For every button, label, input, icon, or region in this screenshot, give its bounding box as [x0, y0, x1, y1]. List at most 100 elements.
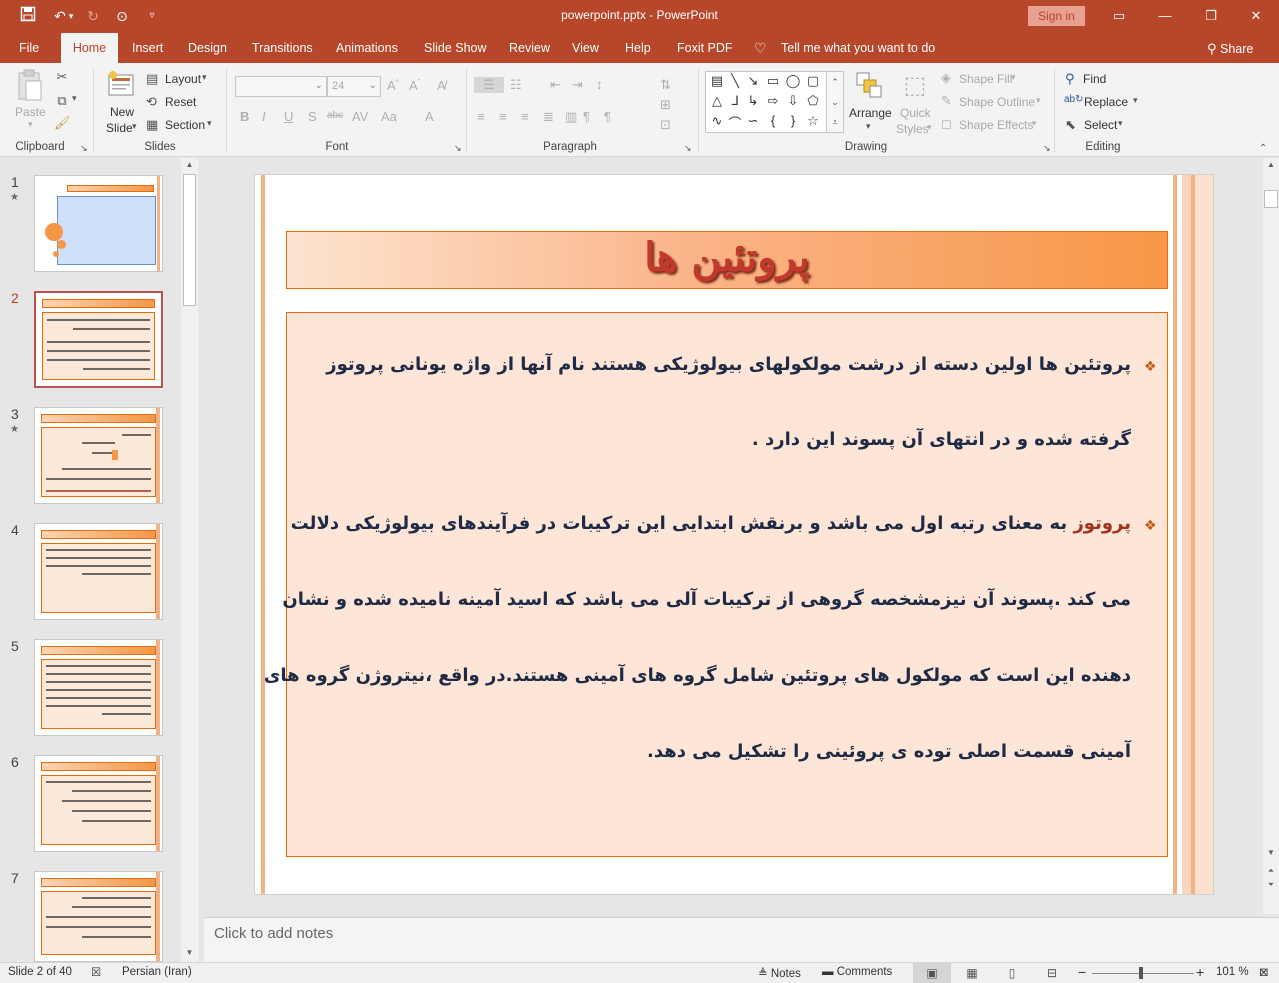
curve-shape-icon[interactable]: ∽ [744, 113, 762, 129]
slide-thumbnail-7[interactable] [34, 871, 163, 962]
tab-review[interactable]: Review [509, 33, 550, 63]
spelling-icon[interactable]: ☒ [91, 965, 101, 979]
arrange-dropdown-icon[interactable]: ▾ [866, 121, 871, 132]
font-name-combo[interactable]: ⌄ [235, 76, 327, 97]
triangle-shape-icon[interactable]: △ [708, 93, 726, 109]
scroll-down-icon[interactable]: ▼ [181, 948, 198, 957]
change-case-icon[interactable]: Aa [381, 109, 397, 124]
layout-icon[interactable]: ▤ [146, 71, 158, 87]
format-painter-icon[interactable]: 🖌 [54, 115, 71, 131]
arrange-label[interactable]: Arrange [849, 106, 892, 120]
tab-help[interactable]: Help [625, 33, 651, 63]
rounded-rect-shape-icon[interactable]: ▢ [804, 73, 822, 89]
notes-pane[interactable]: Click to add notes [204, 917, 1279, 962]
align-center-icon[interactable]: ≡ [499, 109, 507, 124]
thumbnails-scroll-thumb[interactable] [183, 174, 196, 306]
notes-placeholder[interactable]: Click to add notes [214, 925, 333, 942]
share-button[interactable]: ⚲ Share [1207, 33, 1253, 63]
new-slide-icon[interactable] [106, 69, 136, 99]
arc-shape-icon[interactable]: ⌒ [726, 113, 744, 132]
quick-styles-label[interactable]: Quick [900, 106, 931, 120]
previous-slide-icon[interactable]: ⏶ [1263, 866, 1279, 876]
shape-effects-button[interactable]: Shape Effects [959, 118, 1034, 132]
zoom-out-icon[interactable]: − [1078, 964, 1086, 980]
slide-thumbnail-2[interactable] [34, 291, 163, 388]
scroll-up-icon[interactable]: ▲ [181, 160, 198, 169]
section-dropdown-icon[interactable]: ▾ [207, 118, 212, 129]
zoom-in-icon[interactable]: + [1196, 964, 1204, 980]
strikethrough-icon[interactable]: abc [327, 110, 343, 121]
font-color-icon[interactable]: A [425, 109, 434, 124]
elbow-arrow-icon[interactable]: ↳ [744, 93, 762, 109]
cut-icon[interactable]: ✂ [54, 69, 70, 85]
slide-canvas[interactable]: پروتئین ها ❖ پروتئین ها اولین دسته از در… [254, 174, 1214, 895]
left-brace-icon[interactable]: { [764, 113, 782, 128]
tab-design[interactable]: Design [188, 33, 227, 63]
zoom-slider[interactable] [1092, 973, 1194, 974]
language-indicator[interactable]: Persian (Iran) [122, 966, 192, 978]
increase-indent-icon[interactable]: ⇥ [572, 77, 583, 93]
slide-title-placeholder[interactable]: پروتئین ها [286, 231, 1168, 289]
replace-button[interactable]: Replace [1084, 95, 1128, 109]
decrease-indent-icon[interactable]: ⇤ [550, 77, 561, 93]
sign-in-button[interactable]: Sign in [1028, 6, 1085, 26]
down-arrow-shape-icon[interactable]: ⇩ [784, 93, 802, 109]
bold-icon[interactable]: B [240, 109, 249, 124]
font-launcher-icon[interactable]: ↘ [454, 143, 462, 154]
collapse-ribbon-icon[interactable]: ⌃ [1259, 143, 1267, 154]
arrow-shape-icon[interactable]: ↘ [744, 73, 762, 89]
star-shape-icon[interactable]: ☆ [804, 113, 822, 129]
clear-format-icon[interactable]: A̸ [437, 78, 446, 93]
slide-thumbnail-6[interactable] [34, 755, 163, 852]
tab-transitions[interactable]: Transitions [252, 33, 313, 63]
reset-icon[interactable]: ⟲ [146, 94, 157, 110]
ribbon-display-icon[interactable]: ▭ [1096, 0, 1142, 33]
slide-thumbnail-5[interactable] [34, 639, 163, 736]
slide-thumbnail-4[interactable] [34, 523, 163, 620]
quick-styles-icon[interactable]: ⬚ [900, 71, 930, 101]
justify-icon[interactable]: ≣ [543, 109, 554, 125]
thumbnails-scrollbar[interactable]: ▲ ▼ [181, 158, 198, 962]
rectangle-shape-icon[interactable]: ▭ [764, 73, 782, 89]
replace-icon[interactable]: ab↻ [1064, 94, 1084, 105]
minimize-icon[interactable]: — [1142, 0, 1188, 33]
align-text-icon[interactable]: ⊞ [660, 97, 671, 113]
new-slide-label[interactable]: New [110, 105, 134, 119]
new-slide-dropdown-icon[interactable]: ▾ [132, 121, 137, 132]
oval-shape-icon[interactable]: ◯ [784, 73, 802, 89]
zoom-level[interactable]: 101 % [1216, 966, 1249, 978]
tab-slide-show[interactable]: Slide Show [424, 33, 487, 63]
section-button[interactable]: Section [165, 118, 205, 132]
columns-icon[interactable]: ▥ [565, 109, 577, 125]
text-direction-icon[interactable]: ⇅ [660, 77, 671, 93]
scroll-up-icon[interactable]: ▲ [1263, 160, 1279, 169]
find-button[interactable]: Find [1083, 72, 1106, 86]
reset-button[interactable]: Reset [165, 95, 196, 109]
tab-foxit-pdf[interactable]: Foxit PDF [677, 33, 733, 63]
notes-toggle[interactable]: ≜ Notes [758, 966, 801, 980]
font-size-combo[interactable]: 24 ⌄ [327, 76, 381, 97]
shape-outline-icon[interactable]: ✎ [941, 93, 952, 109]
slideshow-view-icon[interactable]: ⊟ [1033, 963, 1071, 983]
line-shape-icon[interactable]: ╲ [726, 73, 744, 89]
quick-styles-dropdown-icon[interactable]: ▾ [927, 122, 932, 133]
section-icon[interactable]: ▦ [146, 117, 158, 133]
shape-fill-button[interactable]: Shape Fill [959, 72, 1012, 86]
char-spacing-icon[interactable]: AV [352, 109, 368, 124]
slide-scroll-thumb[interactable] [1264, 190, 1278, 208]
select-dropdown-icon[interactable]: ▾ [1118, 118, 1123, 129]
paste-dropdown-icon[interactable]: ▾ [28, 119, 33, 130]
right-brace-icon[interactable]: } [784, 113, 802, 128]
tab-view[interactable]: View [572, 33, 599, 63]
scroll-down-icon[interactable]: ▼ [1263, 848, 1279, 857]
shape-effects-icon[interactable]: ◻ [941, 116, 952, 132]
close-icon[interactable]: ✕ [1233, 0, 1279, 33]
shape-outline-button[interactable]: Shape Outline [959, 95, 1035, 109]
zoom-slider-thumb[interactable] [1139, 967, 1143, 979]
shapes-gallery[interactable]: ▤ ╲ ↘ ▭ ◯ ▢ △ ᒧ ↳ ⇨ ⇩ ⬠ ∿ ⌒ ∽ { } ☆ [705, 71, 827, 133]
slide-thumbnail-1[interactable] [34, 175, 163, 272]
tell-me-search[interactable]: Tell me what you want to do [781, 33, 935, 63]
copy-dropdown-icon[interactable]: ▾ [72, 93, 77, 104]
normal-view-icon[interactable]: ▣ [913, 963, 951, 983]
shape-outline-dropdown-icon[interactable]: ▾ [1036, 95, 1041, 106]
